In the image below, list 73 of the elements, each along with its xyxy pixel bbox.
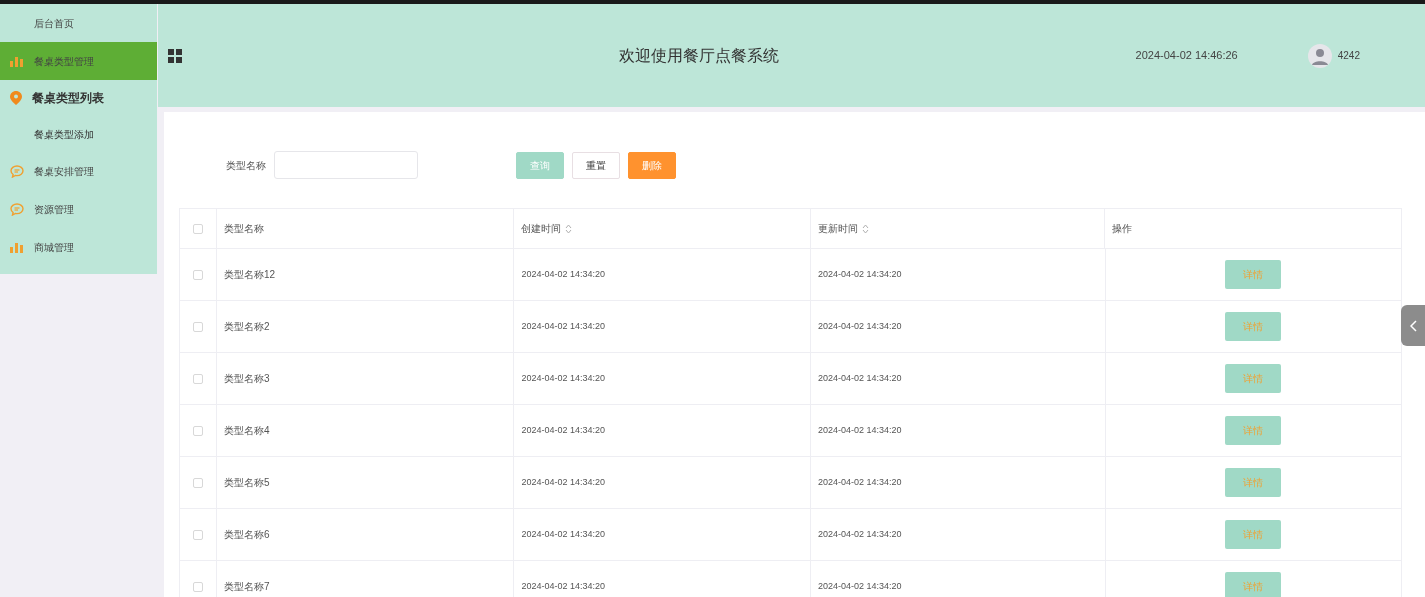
reset-button[interactable]: 重置 [572, 151, 620, 179]
checkbox[interactable] [192, 477, 203, 488]
table-cell-text: 2024-04-02 14:34:20 [817, 371, 902, 385]
table-cell-text: 类型名称6 [223, 528, 270, 542]
submenu-item[interactable]: 餐桌类型添加 [0, 116, 157, 152]
table-cell-text: 2024-04-02 14:34:20 [521, 527, 606, 541]
table-cell-text: 2024-04-02 14:34:20 [817, 475, 902, 489]
checkbox[interactable] [192, 581, 203, 592]
table-cell-text: 2024-04-02 14:34:20 [521, 267, 606, 281]
column-header: 操作 [1112, 222, 1133, 236]
table-cell-text: 2024-04-02 14:34:20 [521, 475, 606, 489]
query-button[interactable]: 查询 [516, 151, 564, 179]
table-cell-text: 类型名称2 [223, 320, 270, 334]
delete-button[interactable]: 删除 [628, 151, 676, 179]
sidebar-item-label: 餐桌类型管理 [34, 54, 94, 69]
table-cell-text: 2024-04-02 14:34:20 [817, 423, 902, 437]
sidebar-item-label: 后台首页 [34, 16, 74, 31]
checkbox[interactable] [192, 529, 203, 540]
details-button[interactable]: 详情 [1225, 416, 1282, 445]
checkbox[interactable] [192, 269, 203, 280]
sidebar-item[interactable]: 商城管理 [0, 228, 157, 266]
page-title: 欢迎使用餐厅点餐系统 [618, 45, 779, 66]
table-cell-text: 2024-04-02 14:34:20 [521, 371, 606, 385]
submenu-item-label: 餐桌类型列表 [32, 90, 104, 107]
submenu-item-label: 餐桌类型添加 [34, 127, 94, 142]
sidebar-item-label: 资源管理 [34, 202, 74, 217]
details-button[interactable]: 详情 [1225, 572, 1282, 597]
table-cell-text: 2024-04-02 14:34:20 [521, 579, 606, 593]
table-cell-text: 类型名称3 [223, 372, 270, 386]
column-header: 类型名称 [223, 222, 264, 236]
table-cell-text: 2024-04-02 14:34:20 [521, 423, 606, 437]
checkbox[interactable] [192, 373, 203, 384]
collapse-tab[interactable] [1401, 305, 1425, 346]
details-button[interactable]: 详情 [1225, 520, 1282, 549]
search-field[interactable] [274, 151, 418, 179]
table-cell-text: 2024-04-02 14:34:20 [817, 527, 902, 541]
username: 4242 [1337, 49, 1360, 63]
checkbox[interactable] [192, 321, 203, 332]
table-cell-text: 类型名称12 [223, 268, 276, 282]
chat-bubble-icon [10, 202, 24, 216]
table-cell-text: 类型名称4 [223, 424, 270, 438]
chat-bubble-icon [10, 164, 24, 178]
sort-icon[interactable] [565, 223, 573, 234]
sidebar-item[interactable]: 后台首页 [0, 4, 157, 42]
sidebar-item[interactable]: 餐桌类型管理 [0, 42, 157, 80]
table-cell-text: 类型名称7 [223, 580, 270, 594]
checkbox[interactable] [192, 425, 203, 436]
table-cell-text: 类型名称5 [223, 476, 270, 490]
search-label: 类型名称 [226, 158, 266, 173]
table-cell-text: 2024-04-02 14:34:20 [817, 319, 902, 333]
submenu-item[interactable]: 餐桌类型列表 [0, 80, 157, 116]
bar-chart-icon [10, 241, 24, 253]
location-pin-icon [10, 91, 22, 105]
sidebar-item-label: 餐桌安排管理 [34, 164, 94, 179]
table-cell-text: 2024-04-02 14:34:20 [817, 579, 902, 593]
date-time: 2024-04-02 14:46:26 [1135, 48, 1238, 64]
sidebar-item[interactable]: 资源管理 [0, 190, 157, 228]
table-cell-text: 2024-04-02 14:34:20 [817, 267, 902, 281]
details-button[interactable]: 详情 [1225, 364, 1282, 393]
column-header: 更新时间 [817, 222, 858, 236]
avatar[interactable] [1307, 43, 1332, 68]
sort-icon[interactable] [861, 223, 869, 234]
details-button[interactable]: 详情 [1225, 260, 1282, 289]
details-button[interactable]: 详情 [1225, 312, 1282, 341]
checkbox[interactable] [192, 223, 203, 234]
details-button[interactable]: 详情 [1225, 468, 1282, 497]
sidebar-item-label: 商城管理 [34, 240, 74, 255]
table-cell-text: 2024-04-02 14:34:20 [521, 319, 606, 333]
bar-chart-icon [10, 55, 24, 67]
grid-menu-icon[interactable] [168, 48, 182, 63]
column-header: 创建时间 [521, 222, 562, 236]
sidebar-item[interactable]: 餐桌安排管理 [0, 152, 157, 190]
chevron-left-icon [1409, 319, 1417, 332]
